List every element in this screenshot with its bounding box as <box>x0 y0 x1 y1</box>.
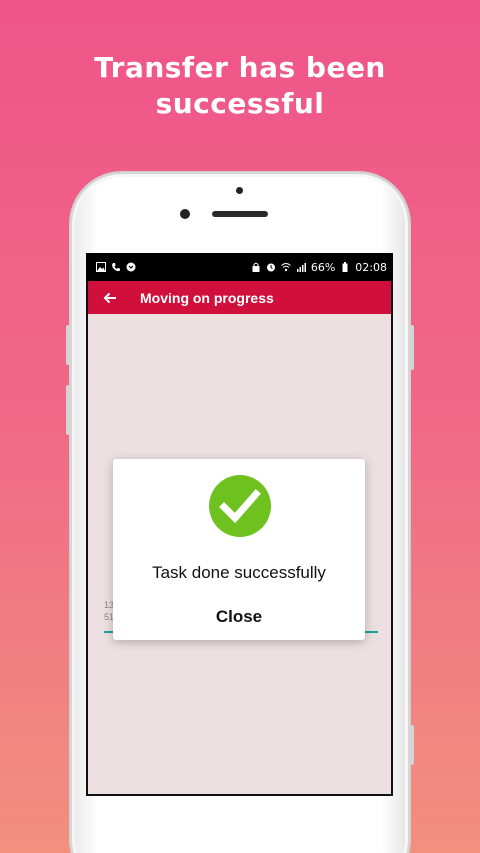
phone-power-button <box>410 325 414 370</box>
sync-icon <box>126 262 136 272</box>
battery-icon <box>342 262 348 272</box>
wifi-icon <box>281 263 291 272</box>
app-bar: Moving on progress <box>88 281 391 314</box>
phone-volume-down <box>66 385 70 435</box>
phone-speaker <box>212 211 268 217</box>
close-button[interactable]: Close <box>199 603 279 631</box>
phone-side-button <box>410 725 414 765</box>
phone-icon <box>112 263 120 272</box>
phone-volume-up <box>66 325 70 365</box>
headline-line-2: successful <box>155 87 325 120</box>
battery-percent: 66% <box>310 260 336 274</box>
app-bar-title: Moving on progress <box>140 289 274 306</box>
headline-line-1: Transfer has been <box>94 51 386 84</box>
phone-sensor <box>236 187 243 194</box>
phone-camera <box>180 209 190 219</box>
promo-headline: Transfer has been successful <box>0 50 480 122</box>
status-time: 02:08 <box>355 260 387 274</box>
alarm-icon <box>266 263 275 272</box>
progress-line-right <box>364 631 378 633</box>
success-dialog: Task done successfully Close <box>113 459 365 640</box>
success-check-icon <box>209 475 271 537</box>
image-icon <box>96 262 106 272</box>
dialog-message: Task done successfully <box>152 563 326 582</box>
status-bar: 66% 02:08 <box>86 253 393 281</box>
lock-icon <box>252 262 260 272</box>
signal-icon <box>296 263 306 272</box>
back-arrow-icon[interactable] <box>102 290 118 306</box>
